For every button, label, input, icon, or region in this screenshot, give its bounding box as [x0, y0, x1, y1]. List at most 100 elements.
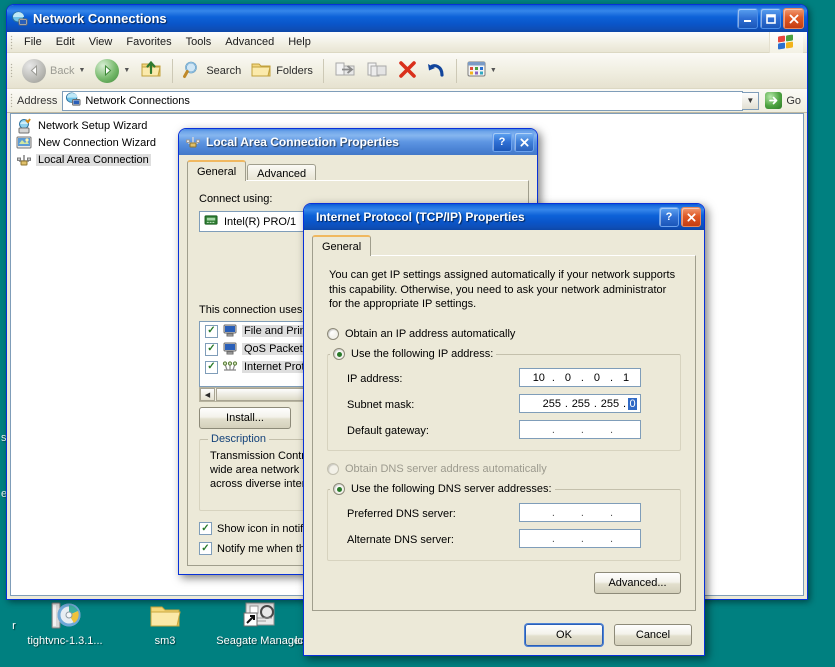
close-icon[interactable] [681, 207, 701, 227]
desktop-icon-seagate-manager-label: Seagate Manager [216, 635, 304, 647]
use-following-dns-radio[interactable] [333, 483, 345, 495]
help-button[interactable]: ? [492, 132, 512, 152]
subnet-mask-input[interactable]: 255. 255. 255. 0 [519, 394, 641, 413]
advanced-button[interactable]: Advanced... [594, 572, 681, 594]
lan-properties-title: Local Area Connection Properties [206, 135, 399, 149]
component-icon [222, 324, 238, 338]
use-following-ip-radio[interactable] [333, 348, 345, 360]
address-bar: Address Network Connections ▼ Go [7, 89, 807, 113]
address-input[interactable]: Network Connections [62, 90, 744, 111]
subnet-mask-octets: 255. 255. 255. 0 [541, 397, 637, 410]
use-following-ip-radio-row[interactable]: Use the following IP address: [330, 348, 497, 360]
ip-address-input[interactable]: 10. 0. 0. 1 [519, 368, 641, 387]
use-following-dns-radio-row[interactable]: Use the following DNS server addresses: [330, 483, 555, 495]
desktop-icon-sm3[interactable]: sm3 [125, 600, 205, 647]
component-checkbox[interactable]: ✓ [205, 342, 218, 356]
subnet-octet-4[interactable]: 0 [628, 397, 637, 410]
component-checkbox[interactable]: ✓ [205, 324, 218, 338]
tcpip-titlebar[interactable]: Internet Protocol (TCP/IP) Properties ? [304, 204, 704, 230]
obtain-ip-automatically-radio[interactable] [327, 328, 339, 340]
subnet-octet-2[interactable]: 255 [570, 398, 592, 410]
forward-dropdown-icon[interactable]: ▼ [123, 67, 130, 74]
copy-to-button[interactable] [361, 56, 393, 86]
subnet-octet-1[interactable]: 255 [541, 398, 563, 410]
obtain-ip-automatically-radio-row[interactable]: Obtain an IP address automatically [327, 328, 515, 340]
show-icon-checkbox[interactable]: ✓ [199, 522, 212, 535]
desktop-icon-tightvnc[interactable]: tightvnc-1.3.1... [25, 600, 105, 647]
ip-octet-4[interactable]: 1 [615, 372, 637, 384]
folders-button[interactable]: Folders [246, 56, 318, 86]
ok-button[interactable]: OK [525, 624, 603, 646]
menu-file[interactable]: File [17, 34, 49, 50]
up-folder-icon [140, 59, 162, 82]
views-button[interactable]: ▼ [462, 56, 502, 86]
up-button[interactable] [135, 56, 167, 86]
components-label: This connection uses [199, 304, 303, 316]
go-button[interactable]: Go [759, 92, 807, 109]
notify-label: Notify me when thi [217, 542, 308, 555]
back-button-label: Back [50, 64, 75, 77]
alternate-dns-octets: . . . [551, 532, 613, 545]
install-button[interactable]: Install... [199, 407, 291, 429]
menu-favorites[interactable]: Favorites [119, 34, 178, 50]
cd-disc-icon [25, 600, 105, 632]
component-checkbox[interactable]: ✓ [205, 360, 218, 374]
preferred-dns-label: Preferred DNS server: [347, 508, 456, 520]
scroll-left-icon[interactable]: ◀ [200, 388, 215, 401]
search-button[interactable]: Search [178, 56, 246, 86]
menubar-gripper[interactable] [10, 35, 13, 50]
tab-general[interactable]: General [312, 235, 372, 256]
menu-view[interactable]: View [82, 34, 120, 50]
obtain-dns-automatically-radio-row[interactable]: Obtain DNS server address automatically [327, 463, 547, 475]
network-connections-icon [12, 11, 28, 27]
menu-help[interactable]: Help [281, 34, 318, 50]
nic-icon [204, 214, 219, 230]
toolbar-gripper[interactable] [10, 63, 13, 78]
views-dropdown-icon[interactable]: ▼ [490, 67, 497, 74]
obtain-dns-automatically-label: Obtain DNS server address automatically [345, 463, 547, 475]
addressbar-gripper[interactable] [10, 93, 13, 108]
tab-general[interactable]: General [187, 160, 247, 181]
undo-button[interactable] [422, 56, 451, 86]
explorer-titlebar[interactable]: Network Connections [7, 5, 807, 32]
menu-advanced[interactable]: Advanced [218, 34, 281, 50]
menu-edit[interactable]: Edit [49, 34, 82, 50]
search-button-label: Search [206, 64, 242, 77]
subnet-octet-3[interactable]: 255 [599, 398, 621, 410]
tcpip-dialog-buttons: OK Cancel [525, 624, 692, 646]
protocol-icon [222, 360, 238, 374]
address-dropdown-icon[interactable]: ▼ [742, 91, 760, 110]
subnet-mask-label: Subnet mask: [347, 399, 415, 411]
forward-button[interactable]: ▼ [90, 56, 135, 86]
back-button[interactable]: Back ▼ [17, 56, 90, 86]
move-to-button[interactable] [329, 56, 361, 86]
back-dropdown-icon[interactable]: ▼ [78, 67, 85, 74]
help-button[interactable]: ? [659, 207, 679, 227]
notify-checkbox[interactable]: ✓ [199, 542, 212, 555]
preferred-dns-input[interactable]: . . . [519, 503, 641, 522]
ip-octet-1[interactable]: 10 [528, 372, 550, 384]
lan-properties-titlebar[interactable]: Local Area Connection Properties ? [179, 129, 537, 155]
minimize-button[interactable] [737, 8, 758, 29]
delete-x-icon [398, 60, 417, 82]
default-gateway-input[interactable]: . . . [519, 420, 641, 439]
maximize-button[interactable] [760, 8, 781, 29]
list-item-label: Network Setup Wizard [38, 119, 148, 132]
desktop-icon-partial-right-label: lc [295, 635, 303, 647]
menu-tools[interactable]: Tools [179, 34, 219, 50]
ip-octet-3[interactable]: 0 [586, 372, 608, 384]
alternate-dns-input[interactable]: . . . [519, 529, 641, 548]
move-to-folder-icon [334, 60, 356, 82]
tcpip-properties-dialog: Internet Protocol (TCP/IP) Properties ? … [303, 203, 705, 656]
close-button[interactable] [783, 8, 804, 29]
ip-octet-2[interactable]: 0 [557, 372, 579, 384]
obtain-ip-automatically-label: Obtain an IP address automatically [345, 328, 516, 340]
default-gateway-label: Default gateway: [347, 425, 429, 437]
obtain-dns-automatically-radio[interactable] [327, 463, 339, 475]
address-value: Network Connections [85, 94, 190, 107]
delete-button[interactable] [393, 56, 422, 86]
cancel-button[interactable]: Cancel [614, 624, 692, 646]
notify-checkbox-row[interactable]: ✓ Notify me when thi [199, 542, 307, 555]
show-icon-checkbox-row[interactable]: ✓ Show icon in notifi [199, 522, 306, 535]
close-icon[interactable] [514, 132, 534, 152]
